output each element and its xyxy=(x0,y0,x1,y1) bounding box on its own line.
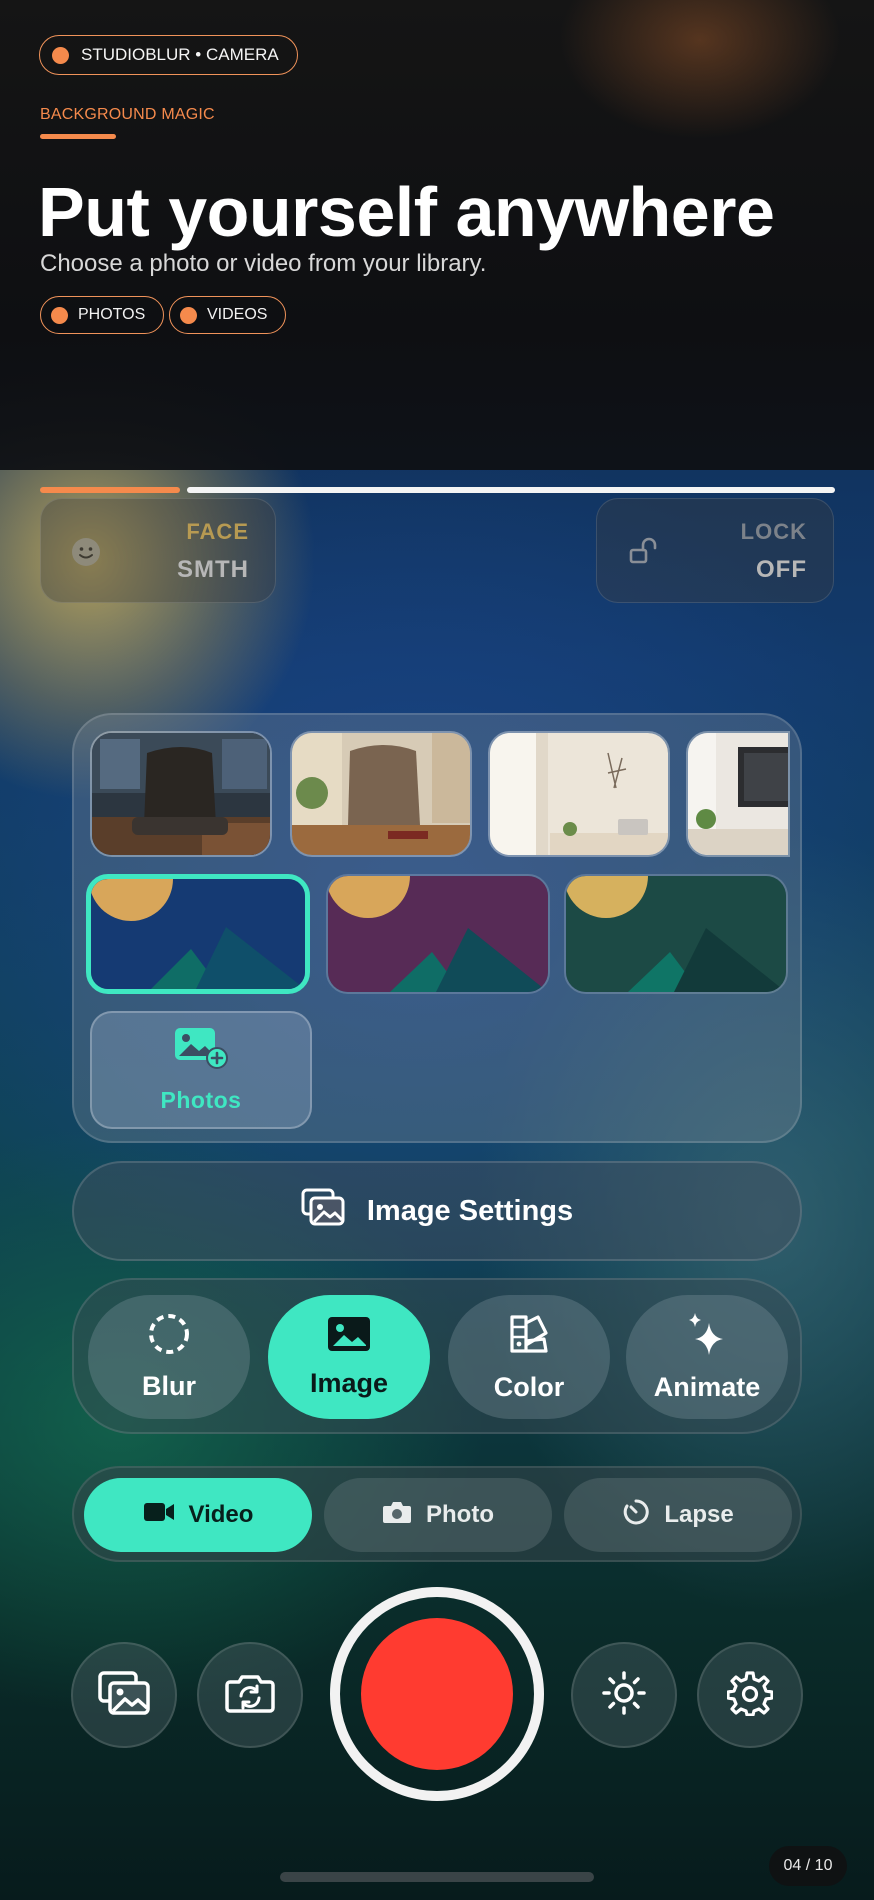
page-counter: 04 / 10 xyxy=(769,1846,847,1886)
brand-chip-label: STUDIOBLUR • CAMERA xyxy=(81,45,279,64)
photo-thumb-desk-chair[interactable] xyxy=(290,731,472,857)
effect-label: Animate xyxy=(653,1372,761,1402)
home-indicator[interactable] xyxy=(280,1872,594,1882)
page-title: Put yourself anywhere xyxy=(38,173,775,251)
photos-library-button[interactable]: Photos xyxy=(90,1011,312,1129)
mode-label: Video xyxy=(188,1501,254,1528)
timer-icon xyxy=(622,1498,650,1533)
eyebrow-label: BACKGROUND MAGIC xyxy=(40,106,215,123)
palette-icon xyxy=(506,1311,552,1364)
sparkles-icon xyxy=(685,1311,729,1364)
story-progress-done xyxy=(40,487,180,493)
lock-status-card[interactable]: LOCK OFF xyxy=(596,498,834,603)
pill-label: VIDEOS xyxy=(207,306,268,323)
settings-gear-icon xyxy=(726,1670,774,1721)
effect-image-button[interactable]: Image xyxy=(268,1295,430,1419)
status-dot-icon xyxy=(52,46,69,64)
photos-button-label: Photos xyxy=(160,1087,242,1113)
brand-chip: STUDIOBLUR • CAMERA xyxy=(39,35,298,75)
effect-blur-button[interactable]: Blur xyxy=(88,1295,250,1419)
unlock-icon xyxy=(627,535,659,572)
mode-lapse-button[interactable]: Lapse xyxy=(564,1478,792,1552)
brightness-icon xyxy=(601,1670,647,1721)
record-shutter xyxy=(361,1618,513,1770)
pill-label: PHOTOS xyxy=(78,306,146,323)
video-camera-icon xyxy=(143,1501,175,1530)
dashed-circle-icon xyxy=(147,1312,191,1363)
pill-videos[interactable]: VIDEOS xyxy=(169,296,287,334)
image-icon xyxy=(326,1315,372,1360)
mode-photo-button[interactable]: Photo xyxy=(324,1478,552,1552)
face-value: SMTH xyxy=(177,556,249,583)
background-preset-blue[interactable] xyxy=(86,874,310,994)
effect-animate-button[interactable]: Animate xyxy=(626,1295,788,1419)
photo-thumb-bright-room[interactable] xyxy=(488,731,670,857)
lock-value: OFF xyxy=(756,556,807,583)
face-status-card[interactable]: FACE SMTH xyxy=(40,498,276,603)
images-stack-icon xyxy=(301,1188,345,1234)
mode-video-button[interactable]: Video xyxy=(84,1478,312,1552)
background-preset-green[interactable] xyxy=(564,874,788,994)
eyebrow-underline xyxy=(40,134,116,139)
effects-selector: Blur Image Color Animate xyxy=(72,1278,802,1434)
effect-label: Color xyxy=(493,1372,565,1402)
face-key: FACE xyxy=(186,519,249,544)
pill-photos[interactable]: PHOTOS xyxy=(40,296,165,334)
flip-camera-icon xyxy=(225,1672,275,1719)
settings-button[interactable] xyxy=(697,1642,803,1748)
page-subtitle: Choose a photo or video from your librar… xyxy=(40,250,487,277)
brightness-button[interactable] xyxy=(571,1642,677,1748)
camera-icon xyxy=(382,1500,412,1531)
image-settings-label: Image Settings xyxy=(366,1194,574,1227)
lock-key: LOCK xyxy=(740,519,807,544)
add-photo-icon xyxy=(173,1026,229,1075)
image-settings-button[interactable]: Image Settings xyxy=(72,1161,802,1261)
smiley-face-icon xyxy=(71,537,101,572)
flip-camera-button[interactable] xyxy=(197,1642,303,1748)
record-button[interactable] xyxy=(330,1587,544,1801)
photo-thumb-monitor-desk[interactable] xyxy=(686,731,790,857)
story-progress-remaining xyxy=(187,487,835,493)
pill-dot-icon xyxy=(180,306,197,324)
mode-label: Lapse xyxy=(664,1501,734,1528)
effect-label: Blur xyxy=(142,1371,196,1401)
effect-color-button[interactable]: Color xyxy=(448,1295,610,1419)
gallery-button[interactable] xyxy=(71,1642,177,1748)
background-preset-purple[interactable] xyxy=(326,874,550,994)
effect-label: Image xyxy=(309,1368,389,1398)
gallery-icon xyxy=(98,1670,150,1720)
pill-dot-icon xyxy=(51,306,68,324)
photo-thumb-office-chair[interactable] xyxy=(90,731,272,857)
background-gallery-panel: Photos xyxy=(72,713,802,1143)
mode-label: Photo xyxy=(426,1501,494,1528)
capture-mode-selector: Video Photo Lapse xyxy=(72,1466,802,1562)
